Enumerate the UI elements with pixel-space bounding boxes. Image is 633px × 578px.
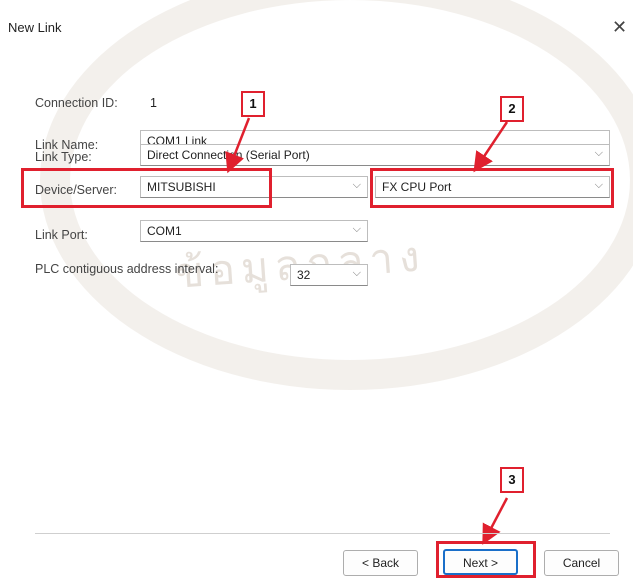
callout-arrows [225, 117, 509, 545]
back-button[interactable]: < Back [343, 550, 418, 576]
next-button[interactable]: Next > [443, 549, 518, 575]
callout-1: 1 [241, 91, 265, 117]
callout-2: 2 [500, 96, 524, 122]
callout-3: 3 [500, 467, 524, 493]
cancel-button[interactable]: Cancel [544, 550, 619, 576]
arrow-1 [225, 117, 251, 174]
footer-divider [35, 533, 610, 534]
arrow-3 [482, 497, 509, 545]
arrow-2 [473, 121, 509, 173]
